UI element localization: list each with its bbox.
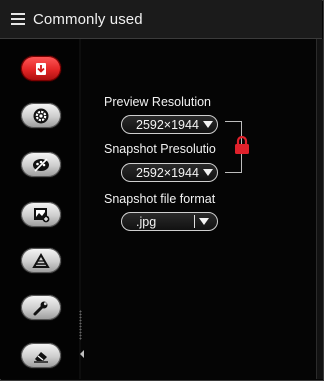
scrollbar-track[interactable] <box>316 39 323 379</box>
lock-icon[interactable] <box>234 135 250 155</box>
collapse-arrow-icon[interactable] <box>80 350 84 358</box>
preview-resolution-value: 2592×1944 <box>136 117 199 132</box>
sidebar-item-settings[interactable] <box>21 295 61 320</box>
chevron-down-icon <box>202 169 213 176</box>
preview-resolution-select[interactable]: 2592×1944 <box>121 115 218 134</box>
sidebar-item-erase[interactable] <box>21 343 61 368</box>
preview-resolution-label: Preview Resolution <box>104 95 211 109</box>
sidebar-item-capture[interactable] <box>21 103 61 128</box>
download-icon <box>36 62 46 75</box>
sidebar-item-tools[interactable] <box>21 248 61 273</box>
select-divider <box>194 215 195 228</box>
hamburger-menu-icon[interactable] <box>11 13 25 25</box>
sidebar-item-image[interactable] <box>21 202 61 227</box>
snapshot-resolution-select[interactable]: 2592×1944 <box>121 163 218 182</box>
snapshot-resolution-label: Snapshot Presolutio <box>104 142 216 156</box>
snapshot-format-label: Snapshot file format <box>104 192 216 206</box>
chevron-down-icon <box>202 121 213 128</box>
header-title: Commonly used <box>33 10 143 28</box>
sidebar-item-download[interactable] <box>21 56 61 81</box>
snapshot-resolution-value: 2592×1944 <box>136 165 199 180</box>
header-bar: Commonly used <box>0 0 322 39</box>
chevron-down-icon <box>199 218 209 225</box>
ruler-triangle-icon <box>32 252 50 268</box>
image-add-icon <box>34 207 50 222</box>
snapshot-format-value: .jpg <box>136 214 157 229</box>
sidebar-item-color[interactable] <box>21 152 61 177</box>
eraser-icon <box>34 351 48 363</box>
wrench-icon <box>33 301 48 315</box>
gear-circle-icon <box>33 108 49 123</box>
snapshot-format-select[interactable]: .jpg <box>121 212 218 231</box>
settings-panel: Preview Resolution 2592×1944 Snapshot Pr… <box>85 39 315 379</box>
palette-icon <box>33 157 49 172</box>
sidebar-resize-handle[interactable] <box>79 310 82 340</box>
